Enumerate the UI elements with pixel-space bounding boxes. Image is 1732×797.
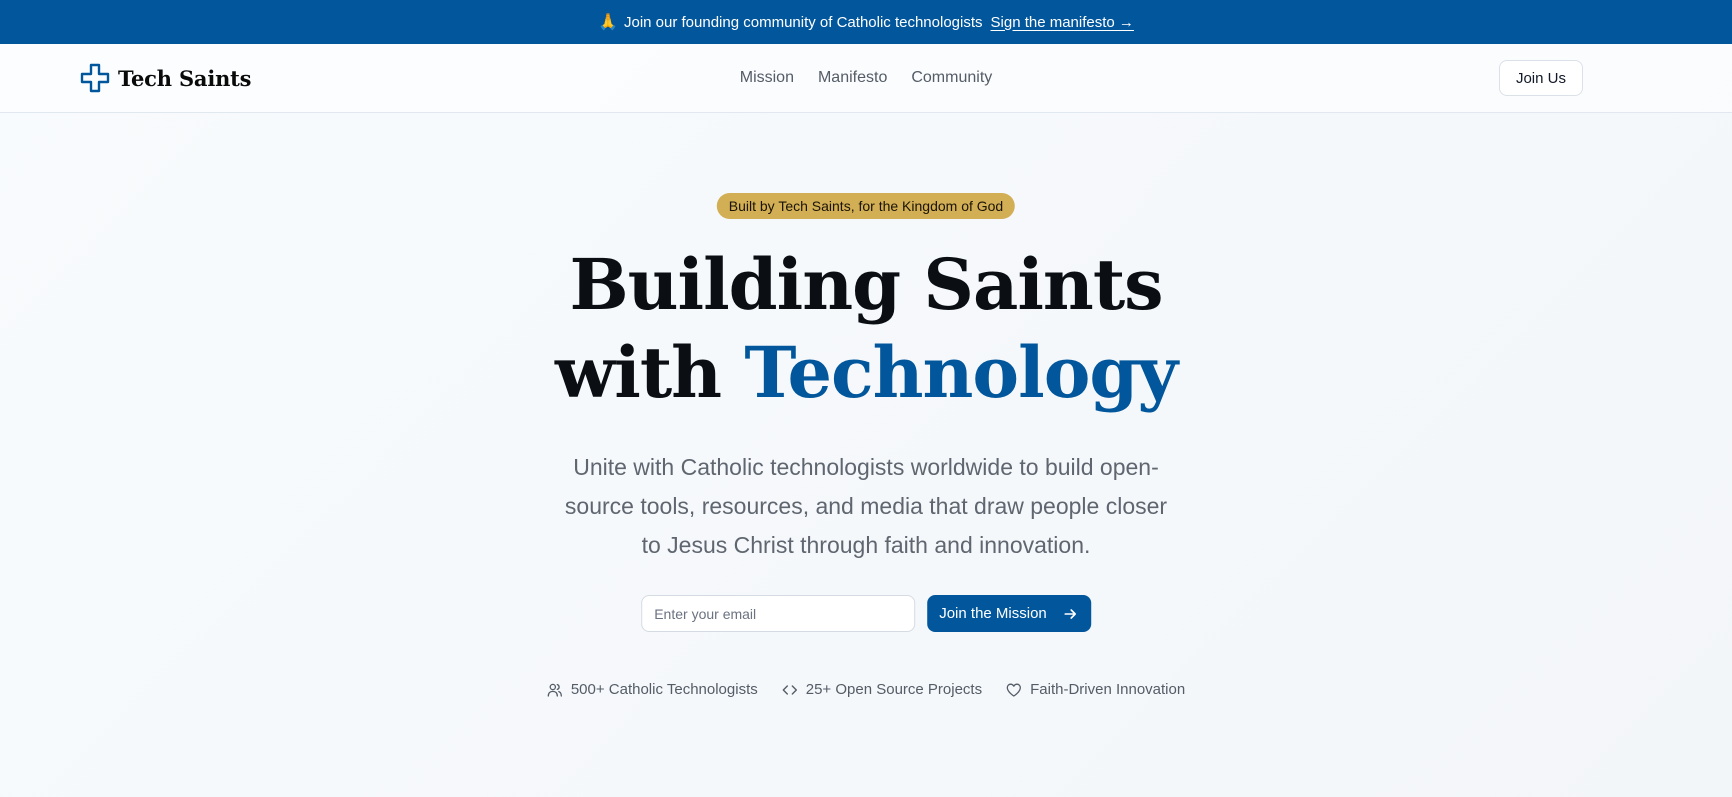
headline-line-2-prefix: with [554, 331, 745, 414]
nav-manifesto[interactable]: Manifesto [818, 69, 887, 87]
sign-manifesto-link[interactable]: Sign the manifesto → [991, 14, 1134, 31]
stats-row: 500+ Catholic Technologists 25+ Open Sou… [547, 681, 1185, 698]
tagline-badge: Built by Tech Saints, for the Kingdom of… [716, 193, 1016, 219]
stat-projects: 25+ Open Source Projects [782, 681, 982, 698]
join-us-button[interactable]: Join Us [1498, 60, 1583, 96]
brand-logo[interactable]: Tech Saints [80, 63, 251, 93]
headline-line-1: Building Saints [569, 243, 1163, 326]
signup-form: Join the Mission [641, 595, 1091, 632]
main-nav: Mission Manifesto Community [740, 69, 993, 87]
stat-label: 25+ Open Source Projects [805, 681, 983, 698]
site-header: Tech Saints Mission Manifesto Community … [0, 44, 1732, 113]
nav-community[interactable]: Community [911, 69, 992, 87]
headline-accent-word: Technology [744, 331, 1178, 414]
nav-mission[interactable]: Mission [740, 69, 794, 87]
heart-icon [1006, 683, 1022, 697]
stat-label: 500+ Catholic Technologists [570, 681, 758, 698]
stat-label: Faith-Driven Innovation [1030, 681, 1186, 698]
praying-hands-emoji: 🙏 [598, 14, 618, 31]
brand-name: Tech Saints [118, 65, 252, 91]
join-mission-button[interactable]: Join the Mission [927, 595, 1091, 632]
hero-headline: Building Saints with Technology [0, 241, 1732, 417]
stat-innovation: Faith-Driven Innovation [1006, 681, 1185, 698]
hero-subtitle: Unite with Catholic technologists worldw… [564, 454, 1168, 558]
cross-icon [80, 63, 110, 93]
announcement-bar: 🙏 Join our founding community of Catholi… [0, 0, 1732, 44]
join-mission-label: Join the Mission [939, 605, 1047, 622]
stat-technologists: 500+ Catholic Technologists [547, 681, 758, 698]
email-input[interactable] [641, 595, 916, 632]
code-icon [782, 684, 797, 695]
announcement-text: Join our founding community of Catholic … [623, 13, 983, 31]
arrow-right-icon [1063, 608, 1076, 619]
users-icon [547, 683, 562, 697]
